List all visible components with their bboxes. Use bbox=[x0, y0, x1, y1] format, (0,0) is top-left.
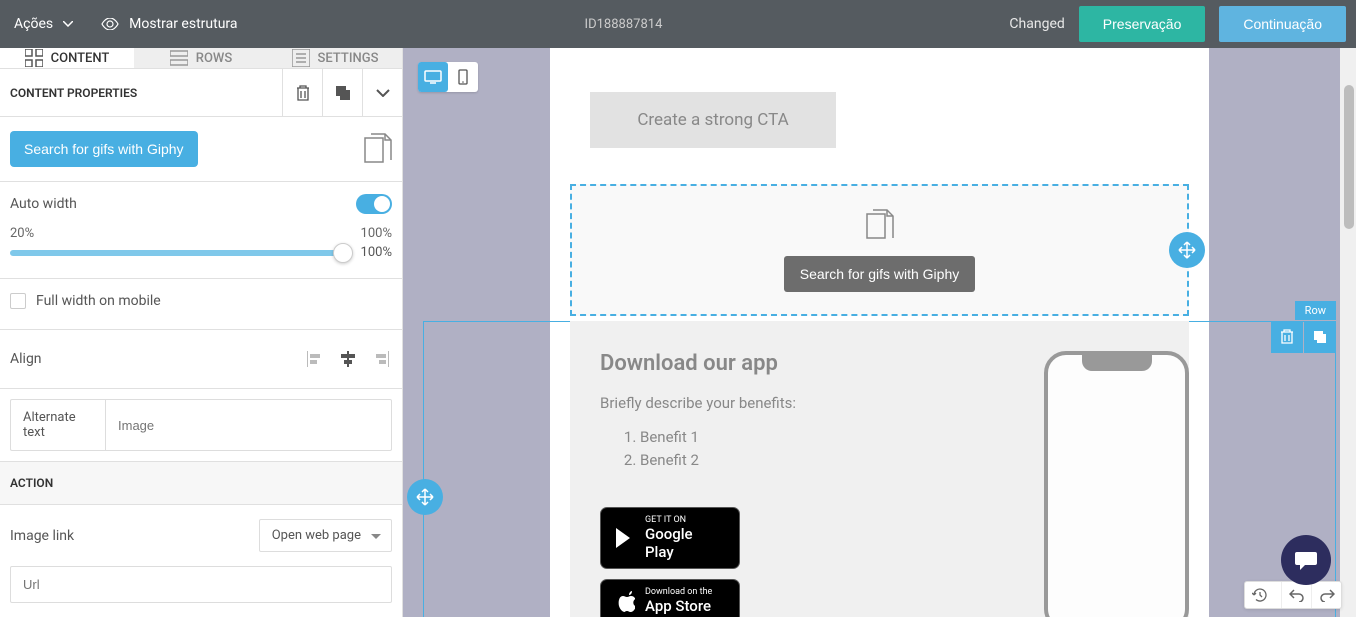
appstore-big-text: App Store bbox=[645, 597, 712, 615]
show-structure-toggle[interactable]: Mostrar estrutura bbox=[101, 16, 237, 32]
full-width-mobile-checkbox[interactable] bbox=[10, 293, 26, 309]
grid-icon bbox=[25, 49, 43, 67]
undo-icon bbox=[1289, 588, 1305, 602]
tab-settings[interactable]: SETTINGS bbox=[268, 48, 402, 68]
play-icon bbox=[615, 527, 635, 549]
document-id: ID188887814 bbox=[238, 17, 1010, 32]
copy-icon bbox=[335, 85, 351, 101]
image-link-label: Image link bbox=[10, 528, 74, 544]
align-center-button[interactable] bbox=[336, 348, 360, 370]
align-center-icon bbox=[339, 351, 357, 367]
align-right-icon bbox=[371, 351, 389, 367]
alt-text-input[interactable] bbox=[105, 399, 392, 451]
history-toolbar bbox=[1244, 581, 1342, 609]
continue-button[interactable]: Continuação bbox=[1219, 6, 1346, 42]
gplay-small-text: GET IT ON bbox=[645, 515, 725, 525]
alt-text-label: Alternate text bbox=[10, 399, 105, 451]
align-right-button[interactable] bbox=[368, 348, 392, 370]
actions-label: Ações bbox=[14, 16, 53, 32]
slider-max-label: 100% bbox=[361, 226, 392, 241]
delete-button[interactable] bbox=[282, 69, 322, 117]
tab-rows-label: ROWS bbox=[196, 51, 232, 66]
width-slider[interactable] bbox=[10, 250, 343, 256]
cta-block[interactable]: Create a strong CTA bbox=[590, 92, 836, 148]
apple-icon bbox=[615, 590, 635, 612]
move-icon bbox=[1178, 241, 1196, 259]
appstore-small-text: Download on the bbox=[645, 587, 712, 597]
gplay-big-text: Google Play bbox=[645, 525, 725, 561]
benefit-item: Benefit 1 bbox=[640, 426, 1014, 449]
download-desc: Briefly describe your benefits: bbox=[600, 394, 1014, 412]
phone-mockup bbox=[1044, 351, 1189, 617]
slider-value: 100% bbox=[361, 245, 392, 260]
download-title: Download our app bbox=[600, 351, 1014, 376]
panel-title: CONTENT PROPERTIES bbox=[10, 86, 137, 100]
settings-icon bbox=[292, 49, 310, 67]
align-left-icon bbox=[307, 351, 325, 367]
desktop-icon bbox=[424, 70, 442, 84]
search-giphy-canvas-button[interactable]: Search for gifs with Giphy bbox=[784, 256, 976, 292]
collapse-button[interactable] bbox=[362, 69, 402, 117]
redo-icon bbox=[1319, 588, 1335, 602]
move-handle[interactable] bbox=[1169, 232, 1205, 268]
tab-settings-label: SETTINGS bbox=[318, 51, 379, 66]
copy-icon bbox=[1313, 330, 1327, 344]
trash-icon bbox=[295, 84, 311, 102]
benefit-item: Benefit 2 bbox=[640, 449, 1014, 472]
redo-button[interactable] bbox=[1311, 582, 1341, 608]
scrollbar-thumb[interactable] bbox=[1344, 85, 1354, 229]
auto-width-toggle[interactable] bbox=[356, 194, 392, 214]
rows-icon bbox=[170, 49, 188, 67]
canvas: Create a strong CTA Search for gifs with… bbox=[403, 48, 1356, 617]
slider-min-label: 20% bbox=[10, 226, 34, 241]
giphy-content-block[interactable]: Search for gifs with Giphy bbox=[570, 184, 1189, 316]
chat-icon bbox=[1294, 549, 1318, 571]
save-button[interactable]: Preservação bbox=[1079, 6, 1206, 42]
row-tag: Row bbox=[1295, 301, 1336, 320]
app-store-badge[interactable]: Download on the App Store bbox=[600, 579, 740, 617]
image-placeholder-icon bbox=[364, 133, 392, 165]
sidebar: CONTENT ROWS SETTINGS CONTENT PROPERTIES bbox=[0, 48, 403, 617]
download-row[interactable]: Row Downloa bbox=[570, 321, 1189, 617]
row-delete-button[interactable] bbox=[1271, 321, 1303, 353]
row-move-handle[interactable] bbox=[407, 479, 443, 515]
chevron-down-icon bbox=[63, 21, 73, 27]
align-left-button[interactable] bbox=[304, 348, 328, 370]
mobile-icon bbox=[458, 69, 468, 85]
link-type-dropdown[interactable]: Open web page bbox=[259, 519, 392, 552]
auto-width-label: Auto width bbox=[10, 196, 77, 212]
file-stack-icon bbox=[594, 208, 1165, 242]
history-icon bbox=[1252, 587, 1268, 603]
tab-rows[interactable]: ROWS bbox=[134, 48, 268, 68]
trash-icon bbox=[1280, 329, 1294, 345]
search-giphy-button[interactable]: Search for gifs with Giphy bbox=[10, 131, 198, 167]
duplicate-button[interactable] bbox=[322, 69, 362, 117]
tab-content[interactable]: CONTENT bbox=[0, 48, 134, 68]
row-duplicate-button[interactable] bbox=[1304, 321, 1336, 353]
history-button[interactable] bbox=[1245, 582, 1275, 608]
full-width-mobile-label: Full width on mobile bbox=[36, 293, 161, 309]
topbar: Ações Mostrar estrutura ID188887814 Chan… bbox=[0, 0, 1356, 48]
slider-thumb[interactable] bbox=[333, 243, 353, 263]
device-switch bbox=[418, 62, 478, 92]
status-badge: Changed bbox=[1009, 16, 1064, 32]
desktop-view-button[interactable] bbox=[418, 62, 448, 92]
align-label: Align bbox=[10, 351, 42, 367]
mobile-view-button[interactable] bbox=[448, 62, 478, 92]
chat-launcher[interactable] bbox=[1281, 535, 1331, 585]
actions-menu[interactable]: Ações bbox=[14, 16, 73, 32]
tab-content-label: CONTENT bbox=[51, 51, 110, 66]
action-section-title: ACTION bbox=[0, 462, 402, 505]
move-icon bbox=[416, 488, 434, 506]
scrollbar[interactable] bbox=[1340, 48, 1356, 617]
url-input[interactable] bbox=[10, 566, 392, 603]
google-play-badge[interactable]: GET IT ON Google Play bbox=[600, 507, 740, 569]
eye-icon bbox=[101, 18, 119, 30]
undo-button[interactable] bbox=[1281, 582, 1311, 608]
link-type-value: Open web page bbox=[272, 528, 361, 543]
chevron-down-icon bbox=[376, 89, 390, 97]
show-structure-label: Mostrar estrutura bbox=[129, 16, 237, 32]
